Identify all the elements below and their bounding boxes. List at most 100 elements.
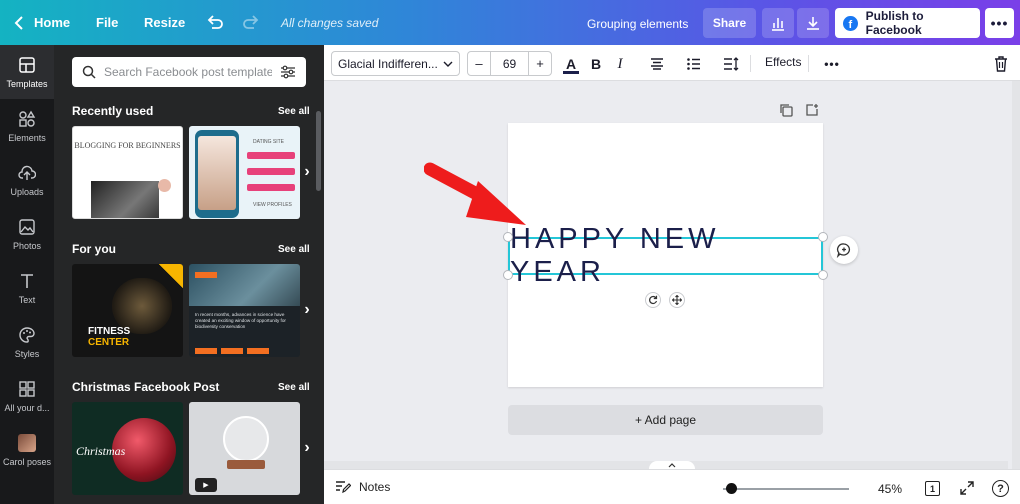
zoom-level[interactable]: 45% xyxy=(878,482,902,496)
font-size-increase[interactable]: + xyxy=(528,51,552,76)
rail-item-all-designs[interactable]: All your d... xyxy=(0,369,54,423)
redo-icon[interactable] xyxy=(242,14,260,32)
bold-button[interactable]: B xyxy=(585,53,607,75)
canvas-text[interactable]: HAPPY NEW YEAR xyxy=(510,223,821,288)
resize-handle-top-left[interactable] xyxy=(503,232,513,242)
undo-icon[interactable] xyxy=(206,14,224,32)
facebook-icon: f xyxy=(843,15,858,31)
help-button[interactable]: ? xyxy=(992,480,1009,497)
font-family-select[interactable]: Glacial Indifferen... xyxy=(331,51,460,76)
publish-label: Publish to Facebook xyxy=(865,9,924,37)
thumb-text: BLOGGING FOR BEGINNERS xyxy=(74,141,181,150)
zoom-slider[interactable] xyxy=(723,488,849,490)
home-button[interactable]: Home xyxy=(14,0,70,45)
move-handle[interactable] xyxy=(669,292,685,308)
text-icon xyxy=(21,273,33,288)
rail-item-text[interactable]: Text xyxy=(0,261,54,315)
scroll-right-christmas[interactable]: › xyxy=(298,439,316,457)
download-button[interactable] xyxy=(797,8,829,38)
filter-icon[interactable] xyxy=(280,65,296,79)
template-thumb-science[interactable]: In recent months, advances in science ha… xyxy=(189,264,300,357)
more-options-button[interactable]: ••• xyxy=(985,8,1014,38)
rail-item-carol-poses[interactable]: Carol poses xyxy=(0,423,54,477)
thumb-decor xyxy=(195,348,217,354)
rotate-handle[interactable] xyxy=(645,292,661,308)
delete-button[interactable] xyxy=(990,53,1012,75)
font-size-input[interactable]: 69 xyxy=(490,51,529,76)
template-thumb-christmas[interactable]: Christmas xyxy=(72,402,183,495)
rail-label: Styles xyxy=(14,348,40,359)
photos-icon xyxy=(19,218,35,235)
rail-label: Templates xyxy=(6,78,48,89)
duplicate-page-icon[interactable] xyxy=(779,103,793,117)
play-icon: ▶ xyxy=(195,478,217,492)
align-center-icon xyxy=(651,58,663,70)
canvas-area: HAPPY NEW YEAR + Add page xyxy=(324,81,1020,470)
search-input[interactable] xyxy=(104,65,272,79)
add-page-button[interactable]: + Add page xyxy=(508,405,823,435)
see-all-recently-used[interactable]: See all xyxy=(278,106,310,117)
resize-handle-bottom-left[interactable] xyxy=(503,270,513,280)
see-all-christmas[interactable]: See all xyxy=(278,382,310,393)
font-size-decrease[interactable]: – xyxy=(467,51,491,76)
scroll-right-for-you[interactable]: › xyxy=(298,301,316,319)
resize-handle-top-right[interactable] xyxy=(818,232,828,242)
vertical-scrollbar[interactable] xyxy=(1012,81,1020,469)
effects-button[interactable]: Effects xyxy=(765,55,801,69)
share-button[interactable]: Share xyxy=(703,8,756,38)
search-box xyxy=(72,57,306,87)
rail-item-photos[interactable]: Photos xyxy=(0,207,54,261)
italic-button[interactable]: I xyxy=(609,53,631,75)
align-button[interactable] xyxy=(646,53,668,75)
toolbar-divider xyxy=(808,55,809,72)
upload-icon xyxy=(18,165,36,180)
rotate-icon xyxy=(649,295,658,305)
panel-scrollbar[interactable] xyxy=(316,111,321,191)
save-status: All changes saved xyxy=(281,16,379,30)
zoom-slider-thumb[interactable] xyxy=(726,483,737,494)
rail-item-styles[interactable]: Styles xyxy=(0,315,54,369)
toolbar-more-button[interactable]: ••• xyxy=(821,53,843,75)
rail-item-elements[interactable]: Elements xyxy=(0,99,54,153)
thumb-bar xyxy=(247,152,295,159)
template-thumb-dating[interactable]: DATING SITE VIEW PROFILES xyxy=(189,126,300,219)
text-color-button[interactable]: A xyxy=(560,53,582,75)
publish-facebook-button[interactable]: f Publish to Facebook xyxy=(835,8,980,38)
thumb-decor xyxy=(158,179,171,192)
trash-icon xyxy=(995,56,1007,72)
notes-icon xyxy=(336,481,351,494)
resize-button[interactable]: Resize xyxy=(144,0,185,45)
rail-item-templates[interactable]: Templates xyxy=(0,45,54,99)
list-button[interactable] xyxy=(683,53,705,75)
chevron-down-icon xyxy=(443,61,453,67)
template-thumb-fitness[interactable]: FITNESS CENTER xyxy=(72,264,183,357)
expand-icon xyxy=(960,481,974,495)
design-page[interactable]: HAPPY NEW YEAR xyxy=(503,123,828,387)
section-title-christmas: Christmas Facebook Post xyxy=(72,380,220,394)
template-thumb-snowglobe[interactable]: ▶ xyxy=(189,402,300,495)
rail-item-uploads[interactable]: Uploads xyxy=(0,153,54,207)
thumb-bar xyxy=(247,184,295,191)
add-page-icon[interactable] xyxy=(805,103,819,117)
thumb-decor xyxy=(247,348,269,354)
file-menu[interactable]: File xyxy=(96,0,118,45)
thumb-decor xyxy=(221,348,243,354)
template-thumb-blogging[interactable]: BLOGGING FOR BEGINNERS xyxy=(72,126,183,219)
document-title[interactable]: Grouping elements xyxy=(587,17,688,31)
fullscreen-button[interactable] xyxy=(958,479,976,497)
scroll-right-recently-used[interactable]: › xyxy=(298,163,316,181)
resize-handle-bottom-right[interactable] xyxy=(818,270,828,280)
page-count-button[interactable]: 1 xyxy=(925,481,940,496)
see-all-for-you[interactable]: See all xyxy=(278,244,310,255)
rail-label: Photos xyxy=(12,240,42,251)
chevron-up-icon xyxy=(668,463,676,468)
rail-label: All your d... xyxy=(4,402,50,413)
notes-button[interactable]: Notes xyxy=(335,480,390,494)
comment-button[interactable] xyxy=(830,236,858,264)
selected-text-box[interactable]: HAPPY NEW YEAR xyxy=(508,223,823,288)
insights-button[interactable] xyxy=(762,8,794,38)
comment-add-icon xyxy=(836,243,850,258)
list-icon xyxy=(687,58,700,70)
home-label: Home xyxy=(34,15,71,30)
spacing-button[interactable] xyxy=(720,53,742,75)
